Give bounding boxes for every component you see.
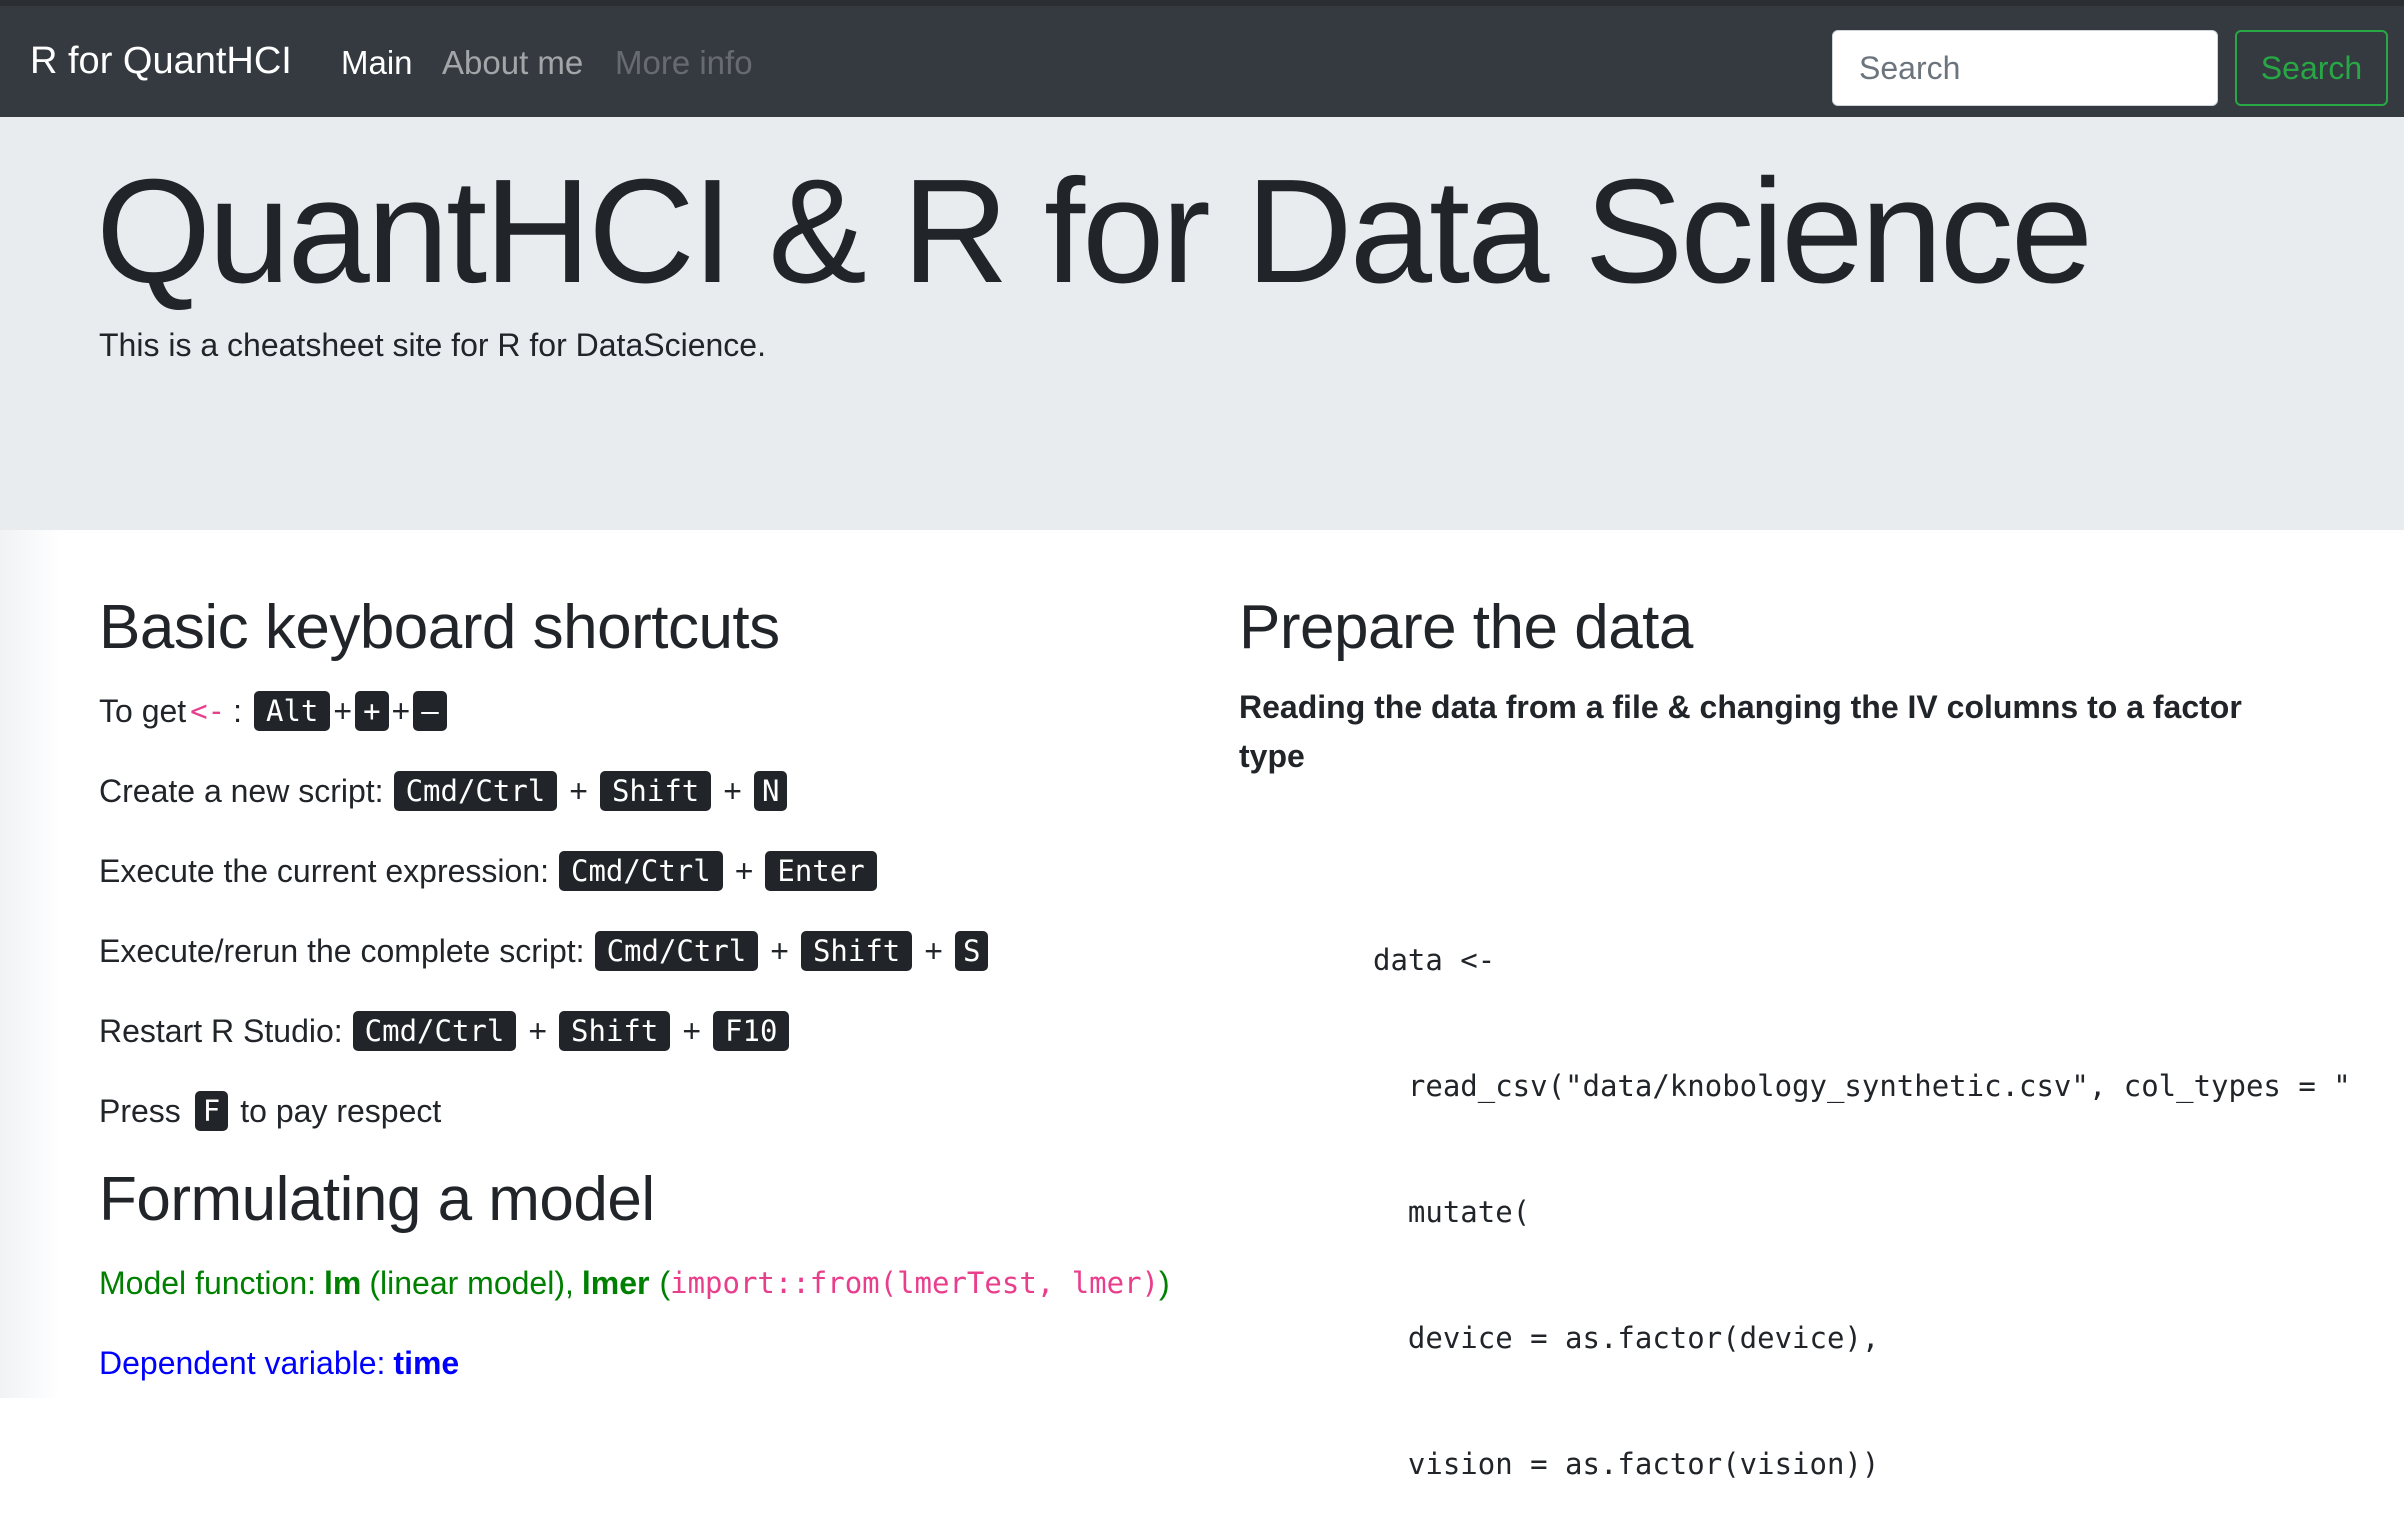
code-line: mutate( xyxy=(1373,1195,1531,1229)
shortcut-label-after: to pay respect xyxy=(240,1092,442,1129)
jumbotron: QuantHCI & R for Data Science This is a … xyxy=(0,117,2404,530)
code-block: data <- read_csv("data/knobology_synthet… xyxy=(1373,855,2404,1527)
key-cmd-ctrl: Cmd/Ctrl xyxy=(393,771,558,811)
lm-name: lm xyxy=(324,1264,362,1301)
key-enter: Enter xyxy=(765,851,877,891)
key-cmd-ctrl: Cmd/Ctrl xyxy=(594,931,759,971)
shortcut-label: Create a new script: xyxy=(99,772,384,809)
brand-link[interactable]: R for QuantHCI xyxy=(30,40,292,83)
paren-close: ) xyxy=(1159,1264,1170,1301)
plus-sign: + xyxy=(723,772,742,809)
code-line: vision = as.factor(vision)) xyxy=(1373,1447,1880,1481)
shortcut-assign: To get <- : Alt + + + – xyxy=(99,689,449,733)
plus-sign: + xyxy=(924,932,943,969)
page-title: QuantHCI & R for Data Science xyxy=(96,149,2093,314)
lm-description: (linear model), xyxy=(369,1264,574,1301)
nav-link-more-info[interactable]: More info xyxy=(615,44,753,82)
plus-sign: + xyxy=(569,772,588,809)
colon: : xyxy=(233,692,242,729)
side-shadow xyxy=(0,530,60,1398)
model-heading: Formulating a model xyxy=(99,1165,655,1234)
key-shift: Shift xyxy=(800,931,913,971)
shortcut-label: Execute/rerun the complete script: xyxy=(99,932,585,969)
key-alt: Alt xyxy=(253,691,331,731)
import-code: import::from(lmerTest, lmer) xyxy=(670,1266,1159,1300)
model-function-label: Model function: xyxy=(99,1264,317,1301)
code-line: data <- xyxy=(1373,943,1496,977)
shortcut-label: Restart R Studio: xyxy=(99,1012,343,1049)
key-cmd-ctrl: Cmd/Ctrl xyxy=(352,1011,517,1051)
prepare-heading: Prepare the data xyxy=(1239,593,1693,662)
navbar: R for QuantHCI Main About me More info S… xyxy=(0,0,2404,117)
key-n: N xyxy=(753,771,788,811)
assign-operator: <- xyxy=(190,694,226,728)
key-cmd-ctrl: Cmd/Ctrl xyxy=(559,851,723,891)
code-line: read_csv("data/knobology_synthetic.csv",… xyxy=(1373,1069,2351,1103)
plus-sign: + xyxy=(333,692,353,729)
shortcut-exec-expression: Execute the current expression: Cmd/Ctrl… xyxy=(99,849,879,893)
key-f10: F10 xyxy=(713,1011,790,1051)
plus-sign: + xyxy=(391,692,411,729)
shortcut-new-script: Create a new script: Cmd/Ctrl + Shift + … xyxy=(99,769,789,813)
nav-link-about-me[interactable]: About me xyxy=(442,44,583,82)
shortcut-respect: Press F to pay respect xyxy=(99,1089,441,1133)
prepare-subheading: Reading the data from a file & changing … xyxy=(1239,689,2242,774)
key-f: F xyxy=(194,1091,229,1131)
dependent-value: time xyxy=(393,1344,460,1381)
shortcut-label: To get xyxy=(99,692,187,729)
plus-sign: + xyxy=(770,932,789,969)
key-shift: Shift xyxy=(559,1011,671,1051)
plus-sign: + xyxy=(682,1012,702,1049)
lead-text: This is a cheatsheet site for R for Data… xyxy=(99,327,766,363)
search-button[interactable]: Search xyxy=(2235,30,2388,106)
dependent-variable-line: Dependent variable: time xyxy=(99,1341,459,1385)
code-line: device = as.factor(device), xyxy=(1373,1321,1880,1355)
key-minus: – xyxy=(413,691,447,731)
shortcut-exec-script: Execute/rerun the complete script: Cmd/C… xyxy=(99,929,990,973)
nav-link-main[interactable]: Main xyxy=(341,44,413,82)
paren-open: ( xyxy=(659,1264,671,1301)
shortcut-label: Execute the current expression: xyxy=(99,852,550,889)
dependent-label: Dependent variable: xyxy=(99,1344,386,1381)
plus-sign: + xyxy=(734,852,754,889)
key-plus: + xyxy=(355,691,389,731)
shortcut-restart: Restart R Studio: Cmd/Ctrl + Shift + F10 xyxy=(99,1009,791,1053)
model-function-line: Model function: lm (linear model), lmer … xyxy=(99,1261,1170,1305)
key-shift: Shift xyxy=(599,771,712,811)
plus-sign: + xyxy=(528,1012,548,1049)
shortcuts-heading: Basic keyboard shortcuts xyxy=(99,593,780,662)
shortcut-label: Press xyxy=(99,1092,181,1129)
search-input[interactable] xyxy=(1832,30,2218,106)
lmer-name: lmer xyxy=(581,1264,650,1301)
key-s: S xyxy=(954,931,989,971)
